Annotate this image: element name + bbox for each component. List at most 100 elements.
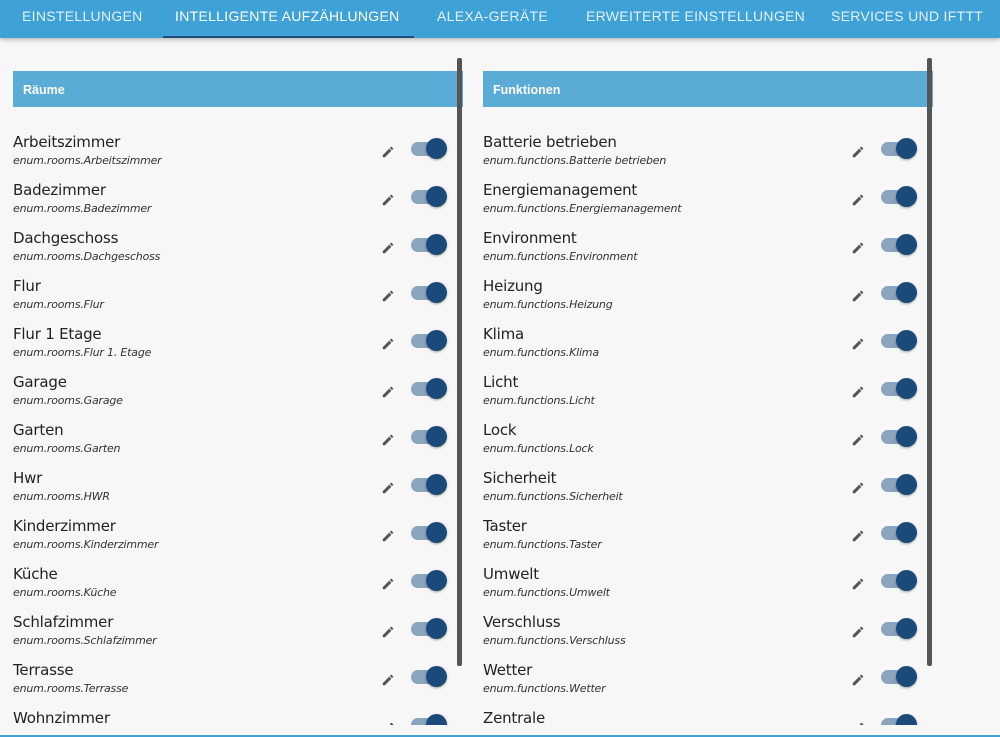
enable-toggle[interactable] — [881, 330, 917, 351]
enable-toggle[interactable] — [881, 666, 917, 687]
enable-toggle[interactable] — [881, 570, 917, 591]
enable-toggle[interactable] — [411, 186, 447, 207]
list-item-enum-id: enum.functions.Licht — [483, 394, 595, 407]
enable-toggle[interactable] — [411, 378, 447, 399]
list-item-enum-id: enum.functions.Lock — [483, 442, 594, 455]
rooms-scrollbar[interactable] — [457, 58, 462, 666]
rooms-list: Arbeitszimmer enum.rooms.Arbeitszimmer Bad… — [13, 129, 464, 725]
pencil-icon[interactable] — [851, 529, 865, 543]
pencil-icon[interactable] — [381, 241, 395, 255]
list-item-enum-id: enum.functions.Verschluss — [483, 634, 626, 647]
functions-panel-header: Funktionen — [483, 71, 933, 107]
enable-toggle[interactable] — [881, 234, 917, 255]
toggle-knob — [896, 234, 917, 255]
pencil-icon[interactable] — [381, 145, 395, 159]
enable-toggle[interactable] — [411, 138, 447, 159]
enable-toggle[interactable] — [411, 330, 447, 351]
pencil-icon[interactable] — [381, 289, 395, 303]
tab-services-und-ifttt[interactable]: SERVICES UND IFTTT — [831, 0, 983, 38]
enable-toggle[interactable] — [411, 570, 447, 591]
list-item-enum-id: enum.rooms.Küche — [13, 586, 117, 599]
tab-intelligente-aufzaehlungen[interactable]: INTELLIGENTE AUFZÄHLUNGEN — [175, 0, 400, 38]
enable-toggle[interactable] — [411, 666, 447, 687]
pencil-icon[interactable] — [851, 625, 865, 639]
pencil-icon[interactable] — [851, 241, 865, 255]
toggle-knob — [426, 426, 447, 447]
enable-toggle[interactable] — [881, 186, 917, 207]
pencil-icon[interactable] — [381, 577, 395, 591]
pencil-icon[interactable] — [381, 529, 395, 543]
list-item-title: Klima — [483, 325, 524, 343]
list-item-enum-id: enum.functions.Taster — [483, 538, 602, 551]
list-item-title: Flur — [13, 277, 41, 295]
enable-toggle[interactable] — [881, 474, 917, 495]
pencil-icon[interactable] — [851, 337, 865, 351]
tab-einstellungen[interactable]: EINSTELLUNGEN — [22, 0, 143, 38]
list-item-title: Küche — [13, 565, 58, 583]
pencil-icon[interactable] — [381, 385, 395, 399]
list-item: Dachgeschoss enum.rooms.Dachgeschoss — [13, 225, 464, 273]
list-item-enum-id: enum.rooms.Dachgeschoss — [13, 250, 161, 263]
pencil-icon[interactable] — [381, 625, 395, 639]
enable-toggle[interactable] — [411, 618, 447, 639]
enable-toggle[interactable] — [881, 378, 917, 399]
tab-erweiterte-einstellungen[interactable]: ERWEITERTE EINSTELLUNGEN — [586, 0, 805, 38]
pencil-icon[interactable] — [381, 337, 395, 351]
list-item-title: Garten — [13, 421, 64, 439]
list-item-enum-id: enum.rooms.Schlafzimmer — [13, 634, 157, 647]
list-item-title: Taster — [483, 517, 527, 535]
list-item-enum-id: enum.rooms.Terrasse — [13, 682, 129, 695]
list-item: Hwr enum.rooms.HWR — [13, 465, 464, 513]
pencil-icon[interactable] — [851, 289, 865, 303]
pencil-icon[interactable] — [851, 193, 865, 207]
toggle-knob — [896, 330, 917, 351]
list-item-title: Wetter — [483, 661, 533, 679]
pencil-icon[interactable] — [381, 673, 395, 687]
pencil-icon[interactable] — [851, 433, 865, 447]
toggle-knob — [896, 570, 917, 591]
enable-toggle[interactable] — [411, 474, 447, 495]
list-item: Flur enum.rooms.Flur — [13, 273, 464, 321]
pencil-icon[interactable] — [381, 193, 395, 207]
pencil-icon[interactable] — [851, 145, 865, 159]
list-item-title: Umwelt — [483, 565, 539, 583]
list-item-enum-id: enum.rooms.Garten — [13, 442, 121, 455]
tab-alexa-geraete[interactable]: ALEXA-GERÄTE — [437, 0, 548, 38]
list-item: Terrasse enum.rooms.Terrasse — [13, 657, 464, 705]
pencil-icon[interactable] — [381, 721, 395, 725]
pencil-icon[interactable] — [381, 433, 395, 447]
enable-toggle[interactable] — [411, 234, 447, 255]
list-item: Heizung enum.functions.Heizung — [483, 273, 934, 321]
list-item: Wetter enum.functions.Wetter — [483, 657, 934, 705]
enable-toggle[interactable] — [411, 282, 447, 303]
list-item-enum-id: enum.functions.Environment — [483, 250, 638, 263]
list-item-enum-id: enum.rooms.Garage — [13, 394, 123, 407]
pencil-icon[interactable] — [851, 673, 865, 687]
enable-toggle[interactable] — [411, 522, 447, 543]
toggle-knob — [426, 378, 447, 399]
toggle-knob — [896, 138, 917, 159]
enable-toggle[interactable] — [881, 138, 917, 159]
toggle-knob — [896, 186, 917, 207]
pencil-icon[interactable] — [381, 481, 395, 495]
pencil-icon[interactable] — [851, 385, 865, 399]
pencil-icon[interactable] — [851, 481, 865, 495]
enable-toggle[interactable] — [411, 426, 447, 447]
list-item: Schlafzimmer enum.rooms.Schlafzimmer — [13, 609, 464, 657]
list-item: Batterie betrieben enum.functions.Batteri… — [483, 129, 934, 177]
enable-toggle[interactable] — [881, 714, 917, 725]
pencil-icon[interactable] — [851, 721, 865, 725]
enable-toggle[interactable] — [881, 426, 917, 447]
enable-toggle[interactable] — [881, 618, 917, 639]
list-item: Lock enum.functions.Lock — [483, 417, 934, 465]
enable-toggle[interactable] — [881, 522, 917, 543]
list-item-title: Sicherheit — [483, 469, 557, 487]
enable-toggle[interactable] — [881, 282, 917, 303]
functions-scrollbar[interactable] — [927, 58, 932, 666]
list-item-title: Garage — [13, 373, 67, 391]
pencil-icon[interactable] — [851, 577, 865, 591]
enable-toggle[interactable] — [411, 714, 447, 725]
toggle-knob — [896, 474, 917, 495]
list-item-enum-id: enum.functions.Wetter — [483, 682, 606, 695]
list-item-title: Zentrale — [483, 709, 546, 725]
